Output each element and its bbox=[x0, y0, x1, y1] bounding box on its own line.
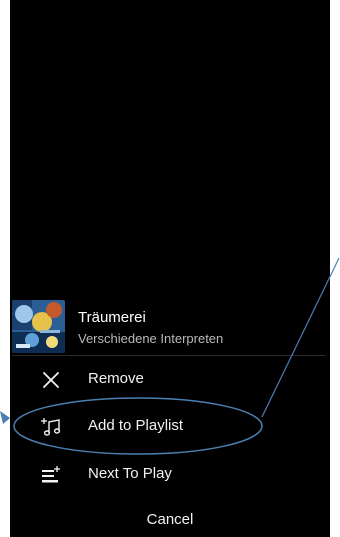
menu-item-next-to-play[interactable]: Next To Play bbox=[10, 455, 330, 495]
song-artist: Verschiedene Interpreten bbox=[78, 331, 224, 346]
add-to-playlist-icon bbox=[40, 416, 62, 438]
menu-item-next-to-play-label: Next To Play bbox=[88, 465, 172, 482]
song-header: Träumerei Verschiedene Interpreten bbox=[10, 294, 330, 354]
header-divider bbox=[12, 355, 326, 356]
action-sheet: Träumerei Verschiedene Interpreten Remov… bbox=[10, 294, 330, 537]
phone-screen: Träumerei Verschiedene Interpreten Remov… bbox=[10, 0, 330, 537]
queue-next-icon bbox=[40, 464, 62, 486]
menu-item-add-to-playlist[interactable]: Add to Playlist bbox=[10, 407, 330, 447]
song-title: Träumerei bbox=[78, 309, 146, 326]
album-art-thumbnail bbox=[12, 300, 65, 353]
cancel-button[interactable]: Cancel bbox=[10, 504, 330, 536]
menu-item-remove[interactable]: Remove bbox=[10, 360, 330, 400]
close-icon bbox=[40, 369, 62, 391]
menu-item-add-to-playlist-label: Add to Playlist bbox=[88, 417, 184, 434]
arrow-head-icon bbox=[0, 411, 10, 424]
menu-item-remove-label: Remove bbox=[88, 370, 144, 387]
